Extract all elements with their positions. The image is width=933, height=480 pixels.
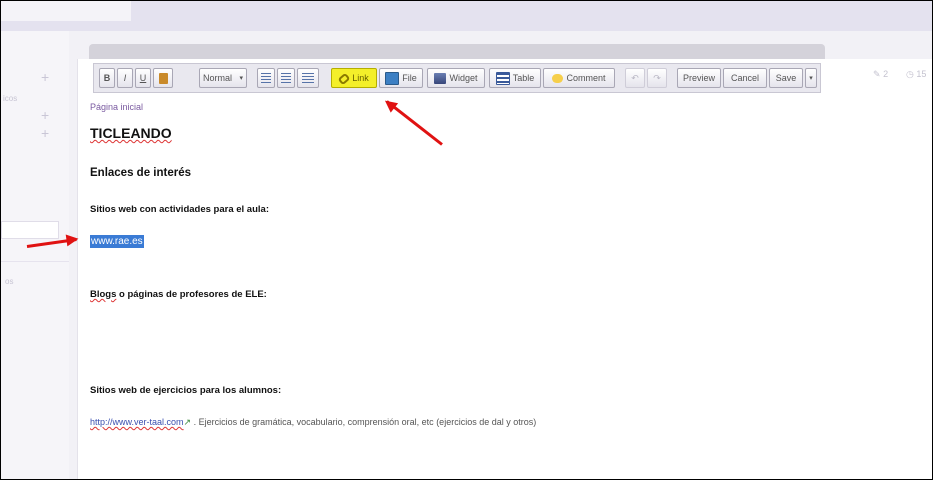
widget-button[interactable]: Widget: [427, 68, 485, 88]
ordered-list-icon: [261, 73, 271, 83]
undo-icon: ↶: [631, 72, 639, 83]
top-tab[interactable]: [1, 1, 131, 21]
link-button[interactable]: Link: [331, 68, 377, 88]
editor-tab: [89, 44, 825, 60]
table-button[interactable]: Table: [489, 68, 541, 88]
widget-button-label: Widget: [449, 73, 478, 83]
clipboard-icon: [158, 72, 168, 84]
comment-icon: [552, 73, 564, 83]
clock-icon: ◷: [906, 69, 914, 79]
section-heading-rest: o páginas de profesores de ELE:: [116, 289, 267, 300]
section-heading: Sitios web de ejercicios para los alumno…: [90, 385, 282, 396]
link-button-label: Link: [352, 73, 369, 83]
time-value: 15: [916, 69, 927, 79]
plus-icon[interactable]: +: [41, 69, 49, 85]
comment-count-icon: ✎: [873, 69, 881, 79]
left-label: icos: [3, 94, 18, 103]
bold-button[interactable]: B: [99, 68, 115, 88]
comments-count: ✎ 2: [873, 69, 888, 80]
horizontal-rule-button[interactable]: [297, 68, 319, 88]
bullet-list-button[interactable]: [277, 68, 295, 88]
italic-button[interactable]: I: [117, 68, 133, 88]
external-link-icon: ↗: [183, 417, 192, 427]
file-button-label: File: [402, 73, 417, 83]
link-icon: [339, 73, 349, 83]
section-heading: Blogs o páginas de profesores de ELE:: [90, 289, 267, 300]
resource-description: . Ejercicios de gramática, vocabulario, …: [191, 417, 537, 427]
comments-count-value: 2: [883, 69, 889, 79]
table-icon: [495, 71, 510, 85]
left-input[interactable]: [1, 221, 59, 239]
format-select-value: Normal: [203, 73, 233, 83]
breadcrumb[interactable]: Página inicial: [90, 102, 143, 112]
file-icon: [385, 71, 400, 85]
cancel-button[interactable]: Cancel: [723, 68, 767, 88]
window-frame: + icos + + os B I U Normal ▾ Link File W…: [0, 0, 933, 480]
redo-icon: ↷: [653, 72, 661, 83]
section-heading: Sitios web con actividades para el aula:: [90, 204, 269, 215]
editor-canvas[interactable]: [77, 59, 932, 479]
page-title: TICLEANDO: [90, 125, 172, 141]
misspelled-word: Blogs: [90, 289, 117, 300]
plus-icon[interactable]: +: [41, 107, 49, 123]
time-indicator: ◷ 15: [906, 69, 926, 80]
table-button-label: Table: [512, 73, 535, 83]
comment-button-label: Comment: [566, 73, 606, 83]
save-options-button[interactable]: ▾: [805, 68, 817, 88]
redo-button[interactable]: ↷: [647, 68, 667, 88]
top-bar: [1, 1, 932, 31]
resource-link[interactable]: http://www.ver-taal.com: [90, 417, 184, 427]
left-label: os: [5, 277, 14, 286]
save-button[interactable]: Save: [769, 68, 803, 88]
chevron-down-icon: ▾: [809, 75, 813, 82]
left-panel: + icos + + os: [1, 49, 69, 479]
divider: [1, 261, 69, 262]
ordered-list-button[interactable]: [257, 68, 275, 88]
plus-icon[interactable]: +: [41, 125, 49, 141]
widget-icon: [434, 72, 447, 84]
section-title: Enlaces de interés: [90, 167, 191, 179]
chevron-down-icon: ▾: [239, 75, 243, 82]
file-button[interactable]: File: [379, 68, 423, 88]
format-select[interactable]: Normal ▾: [199, 68, 247, 88]
horizontal-rule-icon: [302, 73, 314, 83]
selected-link-text[interactable]: www.rae.es: [90, 235, 144, 248]
comment-button[interactable]: Comment: [543, 68, 615, 88]
undo-button[interactable]: ↶: [625, 68, 645, 88]
bullet-list-icon: [281, 73, 291, 83]
underline-button[interactable]: U: [135, 68, 151, 88]
resource-line: http://www.ver-taal.com↗ . Ejercicios de…: [90, 417, 536, 428]
preview-button[interactable]: Preview: [677, 68, 721, 88]
paste-button[interactable]: [153, 68, 173, 88]
